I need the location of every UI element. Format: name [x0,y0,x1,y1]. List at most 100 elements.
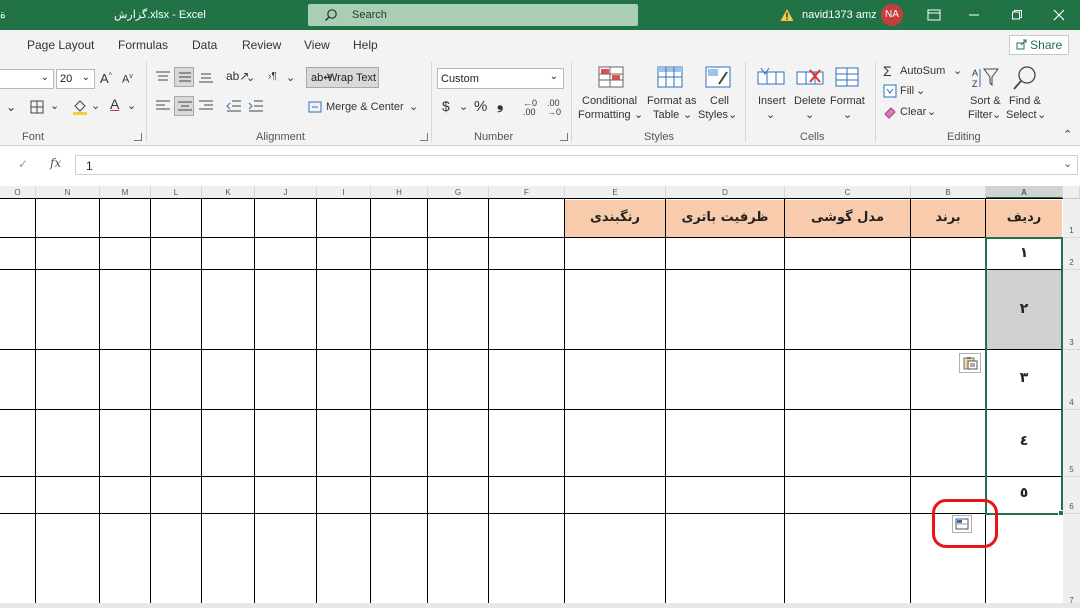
font-color-icon[interactable]: A [110,96,119,112]
formula-input[interactable]: 1 [75,155,1078,175]
align-middle-button[interactable] [174,67,194,87]
fill-handle[interactable] [1058,510,1064,516]
tab-page-layout[interactable]: Page Layout [27,38,94,52]
fill-color-icon[interactable] [72,98,88,116]
group-divider [431,62,432,142]
merge-cells-icon [308,101,322,113]
alignment-dialog-launcher-icon[interactable] [420,133,428,141]
chevron-down-icon[interactable]: ⌄ [459,100,468,113]
increase-font-size-icon[interactable]: A^ [100,71,112,86]
chevron-down-icon[interactable]: ⌄ [91,99,100,112]
svg-text:Z: Z [972,79,978,89]
tab-review[interactable]: Review [242,38,281,52]
chevron-down-icon: ⌄ [728,109,738,121]
font-size-value: 20 [60,73,73,85]
chevron-down-icon: ⌄ [683,109,693,121]
tab-data[interactable]: Data [192,38,217,52]
grid-column-line [316,199,317,608]
cell-styles-icon [705,66,731,88]
delete-cells-button[interactable]: Delete ⌄ [791,64,829,128]
enter-check-icon[interactable]: ✓ [18,157,28,171]
search-box[interactable]: Search [308,4,638,26]
avatar[interactable]: NA [881,4,903,26]
conditional-formatting-button[interactable]: Conditional Formatting ⌄ [578,64,644,128]
chevron-down-icon[interactable]: ⌄ [127,99,136,112]
chevron-down-icon: ⌄ [927,106,937,118]
ribbon: ⌄ 20 ⌄ A^ Av ⌄ ⌄ ⌄ A ⌄ Font ab↗ ⌄ ›¶ ⌄ a… [0,58,1080,146]
chevron-down-icon[interactable]: ⌄ [50,99,59,112]
row-header-2[interactable]: 2 [1063,238,1080,270]
clear-button[interactable]: Clear ⌄ [883,104,943,122]
number-format-dropdown[interactable]: Custom ⌄ [437,68,564,89]
collapse-ribbon-icon[interactable]: ⌃ [1063,128,1072,141]
warning-icon[interactable] [780,8,794,22]
row-header-3[interactable]: 3 [1063,270,1080,350]
decrease-decimal-icon[interactable]: .00 →0 [547,99,561,117]
grid-row-line [0,476,1063,477]
close-icon[interactable] [1049,5,1069,25]
font-name-dropdown[interactable]: ⌄ [0,69,54,89]
header-cell-a[interactable]: ردیف [986,200,1062,237]
grid-column-line [370,199,371,608]
fill-button[interactable]: Fill ⌄ [883,83,933,101]
restore-icon[interactable] [1007,5,1027,25]
grid-row-line [0,198,1063,199]
align-top-icon[interactable] [155,70,171,84]
header-cell-b[interactable]: برند [911,200,985,237]
align-center-button[interactable] [174,96,194,116]
tab-formulas[interactable]: Formulas [118,38,168,52]
row-header-4[interactable]: 4 [1063,350,1080,410]
horizontal-scrollbar[interactable] [0,603,1080,608]
share-button[interactable]: Share [1009,35,1069,55]
chevron-down-icon[interactable]: ⌄ [6,100,16,114]
increase-decimal-icon[interactable]: ←0.00 [523,99,537,117]
increase-indent-icon[interactable] [248,99,264,113]
cell-styles-button[interactable]: Cell Styles ⌄ [697,64,739,128]
row-header-6[interactable]: 6 [1063,477,1080,514]
select-all-corner[interactable] [1063,186,1080,199]
comma-style-icon[interactable]: ❟ [497,96,503,114]
ribbon-display-options-icon[interactable] [924,5,944,25]
grid-row-line [0,409,1063,410]
align-right-icon[interactable] [198,99,214,113]
borders-icon[interactable] [30,100,46,114]
decrease-font-size-icon[interactable]: Av [122,73,133,86]
font-dialog-launcher-icon[interactable] [134,133,142,141]
grid-column-line [910,199,911,608]
row-header-5[interactable]: 5 [1063,410,1080,477]
tab-view[interactable]: View [304,38,330,52]
sort-filter-button[interactable]: AZ Sort & Filter ⌄ [966,64,1006,128]
align-left-icon[interactable] [155,99,171,113]
header-cell-c[interactable]: مدل گوشی [785,200,910,237]
conditional-formatting-icon [598,66,624,88]
row-header-7[interactable]: 7 [1063,514,1080,608]
format-as-table-button[interactable]: Format as Table ⌄ [645,64,697,128]
percent-format-icon[interactable]: % [474,98,487,115]
tab-help[interactable]: Help [353,38,378,52]
chevron-down-icon[interactable]: ⌄ [246,71,255,84]
insert-function-icon[interactable]: fx [50,156,61,170]
align-bottom-icon[interactable] [198,70,214,84]
header-cell-d[interactable]: ظرفیت باتری [666,200,784,237]
expand-formula-bar-icon[interactable]: ⌄ [1063,157,1072,170]
grid-column-line [99,199,100,608]
wrap-text-button[interactable]: ab↵ Wrap Text [306,67,379,88]
paste-options-button[interactable] [959,353,981,373]
text-direction-icon[interactable]: ›¶ [268,71,277,82]
autosum-button[interactable]: Σ AutoSum ⌄ [883,63,963,81]
number-dialog-launcher-icon[interactable] [560,133,568,141]
chevron-down-icon[interactable]: ⌄ [286,71,295,84]
currency-format-icon[interactable]: $ [442,98,450,114]
format-cells-button[interactable]: Format ⌄ [829,64,867,128]
font-size-dropdown[interactable]: 20 ⌄ [56,69,95,89]
merge-center-button[interactable]: Merge & Center ⌄ [308,98,418,118]
minimize-icon[interactable] [964,5,984,25]
find-select-button[interactable]: Find & Select ⌄ [1006,64,1046,128]
header-cell-e[interactable]: رنگبندی [565,200,665,237]
row-header-1[interactable]: 1 [1063,199,1080,238]
number-format-value: Custom [441,73,479,85]
user-name[interactable]: navid1373 amz [802,9,877,21]
insert-cells-button[interactable]: Insert ⌄ [752,64,790,128]
search-icon [325,9,337,21]
decrease-indent-icon[interactable] [226,99,242,113]
